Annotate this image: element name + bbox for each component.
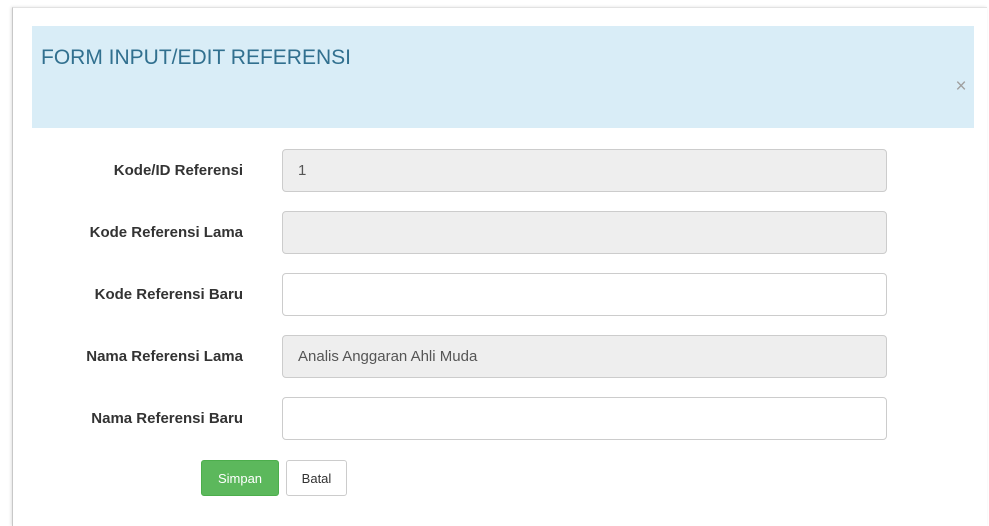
form-row-kode-lama: Kode Referensi Lama [13,211,988,255]
modal-title: FORM INPUT/EDIT REFERENSI [41,46,351,69]
kode-lama-label: Kode Referensi Lama [89,224,243,241]
form-row-nama-baru: Nama Referensi Baru [13,397,988,441]
cancel-button[interactable]: Batal [286,460,347,496]
close-icon: × [955,76,967,97]
nama-baru-input[interactable] [282,397,887,440]
modal-dialog: FORM INPUT/EDIT REFERENSI × Kode/ID Refe… [12,7,987,526]
form-row-kode-id: Kode/ID Referensi [13,149,988,193]
modal-header: FORM INPUT/EDIT REFERENSI × [32,26,974,128]
form-row-nama-lama: Nama Referensi Lama [13,335,988,379]
kode-id-input[interactable] [282,149,887,192]
nama-lama-input[interactable] [282,335,887,378]
kode-id-label: Kode/ID Referensi [113,162,243,179]
kode-lama-input[interactable] [282,211,887,254]
nama-baru-label: Nama Referensi Baru [91,410,243,427]
form-row-kode-baru: Kode Referensi Baru [13,273,988,317]
kode-baru-label: Kode Referensi Baru [94,286,243,303]
close-button[interactable]: × [954,76,968,97]
nama-lama-label: Nama Referensi Lama [86,348,243,365]
save-button[interactable]: Simpan [201,460,279,496]
kode-baru-input[interactable] [282,273,887,316]
